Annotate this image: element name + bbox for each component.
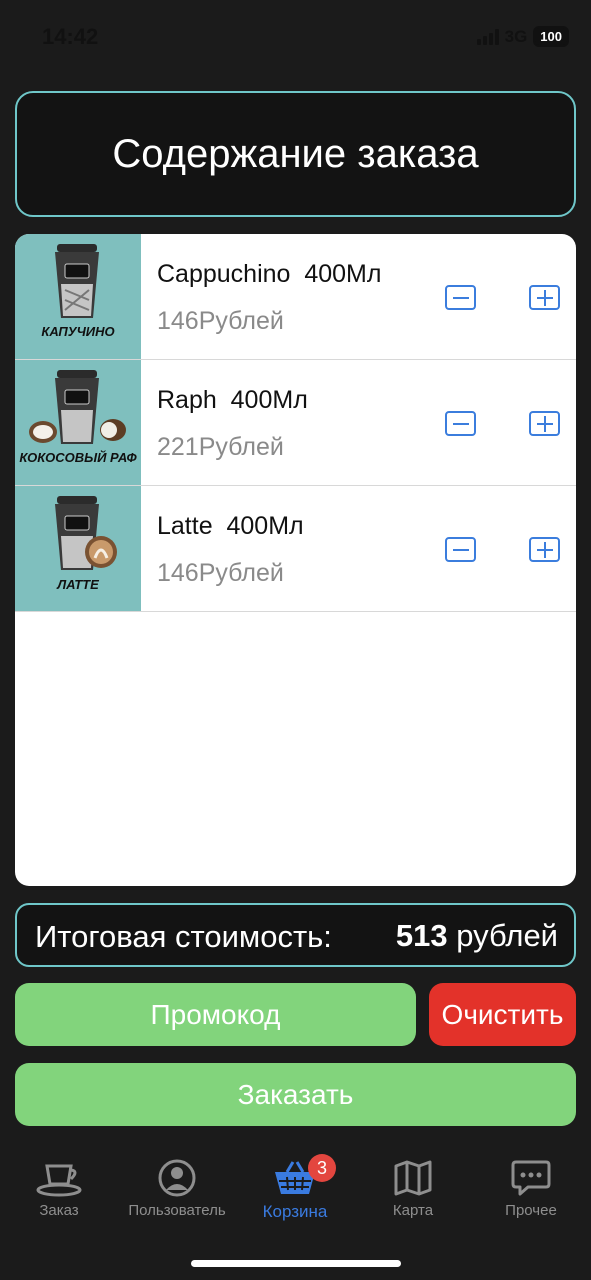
cappuccino-image: КАПУЧИНО <box>15 234 141 359</box>
map-icon <box>394 1160 432 1196</box>
thumb-label: КАПУЧИНО <box>41 324 115 339</box>
total-value: 513 рублей <box>396 918 558 954</box>
clear-cart-button[interactable]: Очистить <box>429 983 576 1046</box>
plus-icon <box>536 289 553 306</box>
status-bar: 14:42 3G 100 <box>0 0 591 74</box>
status-indicators: 3G 100 <box>476 26 569 47</box>
tab-more[interactable]: Прочее <box>472 1148 590 1228</box>
decrease-quantity-button[interactable] <box>445 411 476 436</box>
plus-icon <box>536 541 553 558</box>
thumb-label: ЛАТТЕ <box>57 577 99 592</box>
tab-order[interactable]: Заказ <box>0 1148 118 1228</box>
decrease-quantity-button[interactable] <box>445 537 476 562</box>
user-icon <box>158 1159 196 1197</box>
coconut-raf-image: КОКОСОВЫЙ РАФ <box>15 360 141 485</box>
minus-icon <box>452 548 469 551</box>
signal-icon <box>476 28 499 45</box>
tab-label: Заказ <box>39 1202 79 1219</box>
increase-quantity-button[interactable] <box>529 285 560 310</box>
latte-image: ЛАТТЕ <box>15 486 141 611</box>
tab-label: Пользователь <box>128 1202 226 1219</box>
chat-icon <box>511 1160 551 1196</box>
total-unit: рублей <box>456 918 558 953</box>
item-name: Latte 400Мл <box>157 512 304 540</box>
minus-icon <box>452 296 469 299</box>
increase-quantity-button[interactable] <box>529 411 560 436</box>
tab-cart[interactable]: 3 Корзина <box>236 1148 354 1228</box>
promo-code-button[interactable]: Промокод <box>15 983 416 1046</box>
thumb-label: КОКОСОВЫЙ РАФ <box>19 450 137 465</box>
cart-count-badge: 3 <box>308 1154 336 1182</box>
tab-label: Корзина <box>262 1202 328 1221</box>
decrease-quantity-button[interactable] <box>445 285 476 310</box>
tab-label: Прочее <box>505 1202 557 1219</box>
page-title: Содержание заказа <box>112 131 479 176</box>
order-list: КАПУЧИНО Cappuchino 400Мл 146Рублей КОКО… <box>15 234 576 886</box>
item-price: 146Рублей <box>157 559 284 587</box>
tab-bar: Заказ Пользователь 3 Корзина Карта Проче… <box>0 1148 591 1238</box>
item-name: Raph 400Мл <box>157 386 308 414</box>
tab-label: Карта <box>392 1202 434 1219</box>
item-price: 146Рублей <box>157 307 284 335</box>
status-time: 14:42 <box>42 24 99 49</box>
page-header: Содержание заказа <box>15 91 576 217</box>
increase-quantity-button[interactable] <box>529 537 560 562</box>
home-indicator[interactable] <box>191 1260 401 1267</box>
tab-user[interactable]: Пользователь <box>118 1148 236 1228</box>
total-label: Итоговая стоимость: <box>35 919 332 954</box>
tab-map[interactable]: Карта <box>354 1148 472 1228</box>
plus-icon <box>536 415 553 432</box>
total-amount: 513 <box>395 918 448 953</box>
item-price: 221Рублей <box>157 433 284 461</box>
list-item[interactable]: КОКОСОВЫЙ РАФ Raph 400Мл 221Рублей <box>15 360 576 486</box>
place-order-button[interactable]: Заказать <box>15 1063 576 1126</box>
coffee-cup-icon <box>36 1164 82 1197</box>
total-summary: Итоговая стоимость: 513 рублей <box>15 903 576 967</box>
minus-icon <box>452 422 469 425</box>
list-item[interactable]: ЛАТТЕ Latte 400Мл 146Рублей <box>15 486 576 612</box>
item-name: Cappuchino 400Мл <box>157 260 382 288</box>
battery-icon: 100 <box>533 26 569 47</box>
network-type: 3G <box>504 26 528 46</box>
list-item[interactable]: КАПУЧИНО Cappuchino 400Мл 146Рублей <box>15 234 576 360</box>
